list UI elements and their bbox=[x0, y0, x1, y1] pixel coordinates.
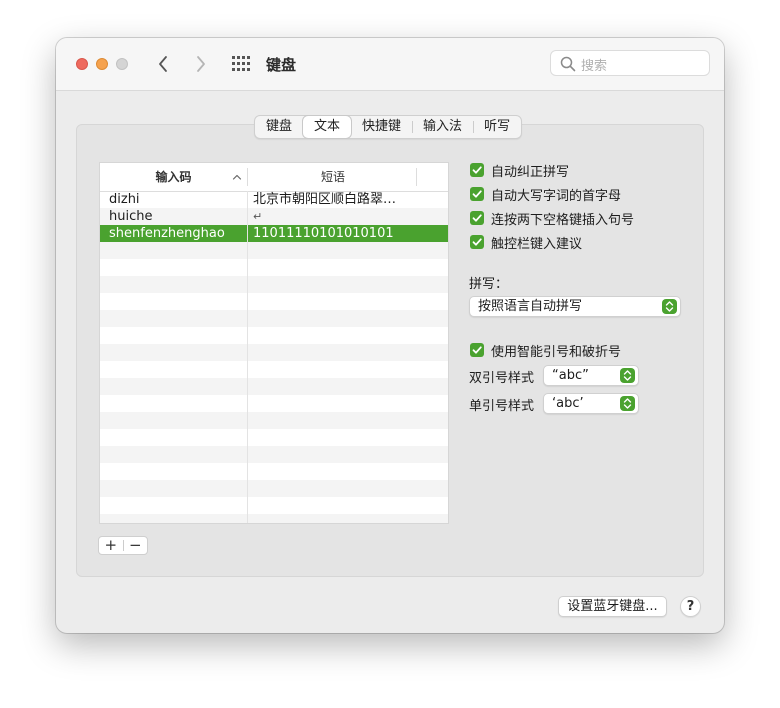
autocorrect-label: 自动纠正拼写 bbox=[491, 164, 570, 180]
help-button[interactable]: ? bbox=[680, 596, 701, 617]
empty-row bbox=[100, 514, 448, 523]
empty-row bbox=[100, 497, 448, 514]
table-row[interactable]: huiche ↵ bbox=[100, 208, 448, 225]
checkmark-icon bbox=[472, 166, 482, 174]
tab-shortcuts[interactable]: 快捷键 bbox=[351, 116, 412, 138]
popup-arrows-icon bbox=[620, 396, 635, 411]
back-button[interactable] bbox=[153, 53, 175, 75]
empty-row bbox=[100, 344, 448, 361]
autocorrect-checkbox[interactable] bbox=[470, 163, 484, 177]
empty-row bbox=[100, 310, 448, 327]
checkmark-icon bbox=[472, 238, 482, 246]
touch-bar-suggestions-checkbox[interactable] bbox=[470, 235, 484, 249]
popup-arrows-icon bbox=[620, 368, 635, 383]
double-space-period-option[interactable]: 连按两下空格键插入句号 bbox=[470, 208, 634, 228]
setup-bluetooth-keyboard-button[interactable]: 设置蓝牙键盘... bbox=[558, 596, 667, 617]
window-title: 键盘 bbox=[266, 56, 297, 74]
cell-code: shenfenzhenghao bbox=[109, 226, 225, 241]
empty-row bbox=[100, 327, 448, 344]
empty-row bbox=[100, 259, 448, 276]
spelling-popup[interactable]: 按照语言自动拼写 bbox=[469, 296, 681, 317]
table-row[interactable]: dizhi 北京市朝阳区顺白路翠… bbox=[100, 191, 448, 208]
text-replacement-table: 输入码 短语 dizhi 北京市朝阳区顺白路翠… huiche ↵ shenfe… bbox=[99, 162, 449, 524]
smart-quotes-checkbox[interactable] bbox=[470, 343, 484, 357]
zoom-window-button[interactable] bbox=[116, 58, 128, 70]
table-rows: dizhi 北京市朝阳区顺白路翠… huiche ↵ shenfenzhengh… bbox=[100, 191, 448, 523]
cell-phrase: 北京市朝阳区顺白路翠… bbox=[253, 192, 397, 207]
add-remove-control: + − bbox=[98, 536, 148, 555]
empty-row bbox=[100, 242, 448, 259]
cell-phrase: ↵ bbox=[253, 210, 263, 223]
table-header: 输入码 短语 bbox=[100, 163, 448, 192]
smart-quotes-label: 使用智能引号和破折号 bbox=[491, 344, 622, 360]
auto-capitalize-checkbox[interactable] bbox=[470, 187, 484, 201]
chevron-left-icon bbox=[159, 56, 167, 72]
cell-code: dizhi bbox=[109, 192, 140, 207]
double-quote-style-label: 双引号样式 bbox=[469, 371, 535, 386]
double-quote-style-popup[interactable]: “abc” bbox=[543, 365, 639, 386]
tab-bar: 键盘 文本 快捷键 输入法 听写 bbox=[254, 115, 523, 139]
search-placeholder: 搜索 bbox=[581, 59, 608, 74]
popup-arrows-icon bbox=[662, 299, 677, 314]
checkmark-icon bbox=[472, 346, 482, 354]
column-header-code[interactable]: 输入码 bbox=[100, 163, 247, 191]
tab-text[interactable]: 文本 bbox=[303, 116, 352, 138]
add-button[interactable]: + bbox=[99, 537, 123, 554]
search-icon bbox=[560, 56, 576, 72]
touch-bar-suggestions-label: 触控栏键入建议 bbox=[491, 236, 583, 252]
empty-row bbox=[100, 446, 448, 463]
search-field[interactable]: 搜索 bbox=[550, 50, 710, 76]
empty-row bbox=[100, 293, 448, 310]
smart-quotes-option[interactable]: 使用智能引号和破折号 bbox=[470, 340, 621, 360]
cell-code: huiche bbox=[109, 209, 153, 224]
autocorrect-option[interactable]: 自动纠正拼写 bbox=[470, 160, 569, 180]
forward-button[interactable] bbox=[190, 53, 212, 75]
double-space-period-label: 连按两下空格键插入句号 bbox=[491, 212, 635, 228]
preferences-window: 键盘 搜索 键盘 文本 快捷键 输入法 听写 输入码 短语 dizhi 北京市朝… bbox=[56, 38, 724, 633]
empty-row bbox=[100, 412, 448, 429]
column-separator bbox=[247, 191, 248, 523]
empty-row bbox=[100, 395, 448, 412]
tab-keyboard[interactable]: 键盘 bbox=[255, 116, 303, 138]
table-row-selected[interactable]: shenfenzhenghao 11011110101010101 bbox=[100, 225, 448, 242]
remove-button[interactable]: − bbox=[124, 537, 148, 554]
tab-dictation[interactable]: 听写 bbox=[473, 116, 521, 138]
close-window-button[interactable] bbox=[76, 58, 88, 70]
sort-ascending-icon bbox=[232, 174, 242, 180]
single-quote-style-popup[interactable]: ‘abc’ bbox=[543, 393, 639, 414]
touch-bar-suggestions-option[interactable]: 触控栏键入建议 bbox=[470, 232, 582, 252]
column-header-phrase[interactable]: 短语 bbox=[248, 163, 418, 191]
empty-row bbox=[100, 378, 448, 395]
tab-input-sources[interactable]: 输入法 bbox=[412, 116, 473, 138]
spelling-value: 按照语言自动拼写 bbox=[478, 299, 583, 314]
chevron-right-icon bbox=[197, 56, 205, 72]
empty-row bbox=[100, 429, 448, 446]
column-divider[interactable] bbox=[416, 168, 417, 186]
minimize-window-button[interactable] bbox=[96, 58, 108, 70]
empty-row bbox=[100, 463, 448, 480]
spelling-label: 拼写： bbox=[469, 277, 509, 292]
double-quote-style-value: “abc” bbox=[552, 368, 589, 383]
cell-phrase: 11011110101010101 bbox=[253, 226, 394, 241]
grid-icon bbox=[232, 56, 250, 71]
checkmark-icon bbox=[472, 190, 482, 198]
auto-capitalize-option[interactable]: 自动大写字词的首字母 bbox=[470, 184, 621, 204]
empty-row bbox=[100, 276, 448, 293]
checkmark-icon bbox=[472, 214, 482, 222]
show-all-button[interactable] bbox=[231, 55, 251, 73]
empty-row bbox=[100, 361, 448, 378]
double-space-period-checkbox[interactable] bbox=[470, 211, 484, 225]
auto-capitalize-label: 自动大写字词的首字母 bbox=[491, 188, 622, 204]
title-bar: 键盘 搜索 bbox=[56, 38, 724, 91]
single-quote-style-label: 单引号样式 bbox=[469, 399, 535, 414]
empty-row bbox=[100, 480, 448, 497]
single-quote-style-value: ‘abc’ bbox=[552, 396, 584, 411]
